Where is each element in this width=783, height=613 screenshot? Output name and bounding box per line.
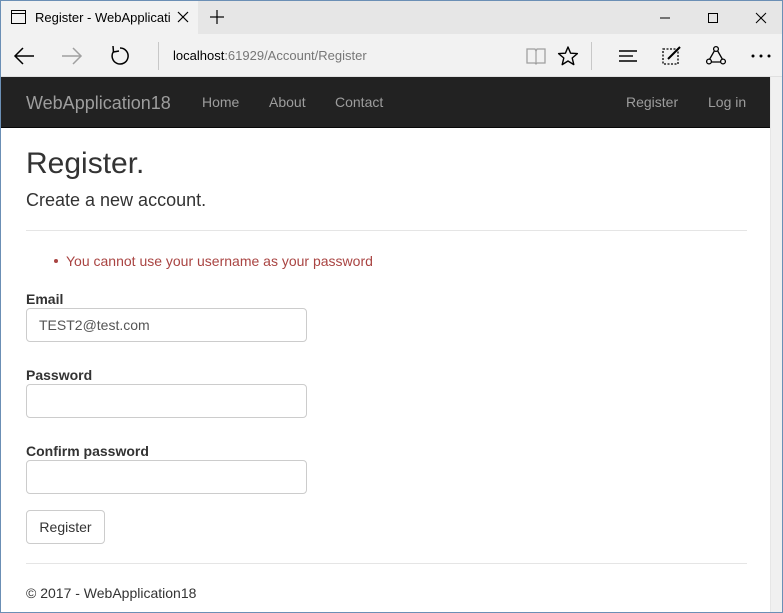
password-field[interactable] [26,384,307,418]
refresh-icon [111,45,129,65]
divider-footer [26,563,747,564]
refresh-button[interactable] [108,44,132,68]
email-field[interactable] [26,308,307,342]
nav-register[interactable]: Register [626,94,678,110]
back-icon [13,47,34,65]
divider-top [26,230,747,231]
nav-about[interactable]: About [269,94,306,110]
toolbar-separator [591,42,592,70]
maximize-icon [708,12,718,23]
nav-login[interactable]: Log in [708,94,746,110]
browser-tab[interactable]: Register - WebApplicati [1,1,198,34]
password-label: Password [26,367,93,383]
page-scrollbar[interactable] [770,77,782,612]
confirm-password-label: Confirm password [26,443,149,459]
nav-contact[interactable]: Contact [335,94,383,110]
validation-error: You cannot use your username as your pas… [66,253,373,269]
nav-home[interactable]: Home [202,94,239,110]
window-close-icon [755,12,767,23]
browser-toolbar: localhost:61929/Account/Register [1,34,782,77]
back-button[interactable] [12,44,36,68]
forward-icon [62,47,83,65]
new-tab-icon[interactable] [209,9,225,25]
hub-button[interactable] [616,44,640,68]
page-subtitle: Create a new account. [26,190,207,210]
hub-icon [619,50,637,62]
address-bar[interactable]: localhost:61929/Account/Register [173,48,367,63]
tab-title: Register - WebApplicati [35,10,171,25]
footer-text: © 2017 - WebApplication18 [26,585,197,601]
window-close-button[interactable] [738,1,782,34]
page-title: Register. [26,147,145,180]
reading-view-icon [526,48,546,65]
confirm-password-field[interactable] [26,460,307,494]
site-navbar: WebApplication18 Home About Contact Regi… [1,77,770,128]
share-icon [705,45,727,65]
forward-button[interactable] [60,44,84,68]
register-button[interactable]: Register [26,510,105,544]
favorite-button[interactable] [556,44,580,68]
browser-window: Register - WebApplicati localhost:61929/… [0,0,783,613]
minimize-icon [660,17,670,18]
address-path: :61929/Account/Register [224,48,367,63]
email-label: Email [26,291,64,307]
web-note-icon [662,46,681,65]
more-button[interactable] [749,44,773,68]
title-bar: Register - WebApplicati [1,1,782,34]
favorite-star-icon [557,46,579,66]
bullet-icon [54,259,58,263]
page-icon [11,10,26,24]
address-host: localhost [173,48,225,63]
page-content: Register. Create a new account. You cann… [1,128,770,612]
site-brand[interactable]: WebApplication18 [26,93,171,114]
minimize-button[interactable] [642,1,688,34]
share-button[interactable] [704,44,728,68]
web-note-button[interactable] [660,44,684,68]
more-icon [751,54,771,58]
validation-summary: You cannot use your username as your pas… [54,253,373,269]
reading-view-button[interactable] [524,44,548,68]
address-separator [158,42,159,70]
maximize-button[interactable] [690,1,736,34]
tab-close-icon[interactable] [176,10,190,24]
